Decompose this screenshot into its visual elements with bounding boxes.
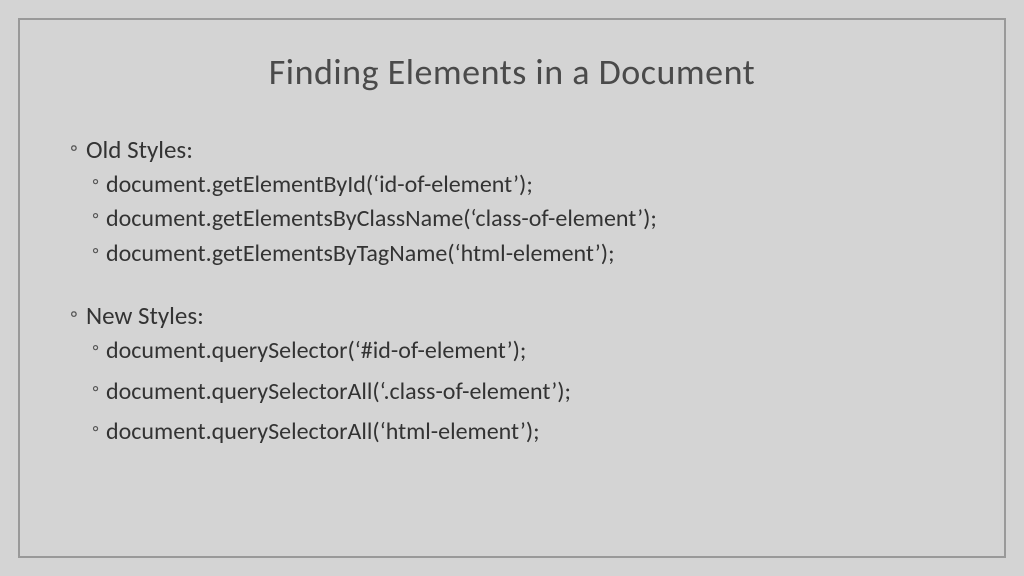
list-item: document.getElementsByTagName(‘html-elem… [70, 238, 954, 270]
slide-title: Finding Elements in a Document [70, 50, 954, 94]
section-header-old: Old Styles: [70, 134, 954, 165]
slide-frame: Finding Elements in a Document Old Style… [18, 18, 1006, 558]
section-new-styles: New Styles: document.querySelector(‘#id-… [70, 300, 954, 448]
list-item: document.querySelector(‘#id-of-element’)… [70, 335, 954, 367]
section-header-new: New Styles: [70, 300, 954, 331]
list-item: document.querySelectorAll(‘.class-of-ele… [70, 376, 954, 408]
list-item: document.getElementsByClassName(‘class-o… [70, 203, 954, 235]
section-old-styles: Old Styles: document.getElementById(‘id-… [70, 134, 954, 270]
list-item: document.getElementById(‘id-of-element’)… [70, 169, 954, 201]
list-item: document.querySelectorAll(‘html-element’… [70, 416, 954, 448]
